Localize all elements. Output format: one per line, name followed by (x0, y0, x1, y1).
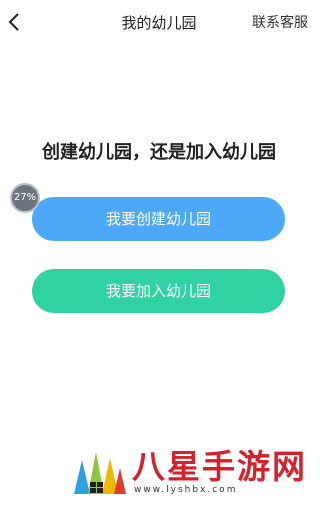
contact-service-link[interactable]: 联系客服 (252, 12, 308, 32)
brand-logo-icon (74, 452, 126, 494)
watermark-url: www.lyshbx.com (134, 485, 238, 495)
watermark-brand-text: 八星手游网 (132, 447, 307, 486)
choice-question: 创建幼儿园，还是加入幼儿园 (42, 142, 276, 163)
nav-bar: 我的幼儿园 联系客服 (0, 0, 318, 44)
create-kindergarten-button[interactable]: 我要创建幼儿园 (32, 197, 285, 241)
watermark: 八星手游网 www.lyshbx.com (70, 440, 315, 502)
progress-badge[interactable]: 27% (10, 183, 40, 213)
join-kindergarten-button[interactable]: 我要加入幼儿园 (32, 269, 285, 313)
